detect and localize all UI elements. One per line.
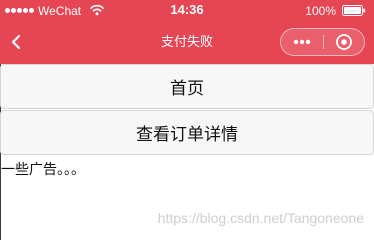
battery-icon [342,5,366,16]
mini-program-capsule [280,28,365,56]
status-bar: WeChat 14:36 100% [0,0,374,22]
navigation-bar: 支付失败 [0,22,374,64]
home-button[interactable]: 首页 [0,64,374,109]
more-dots-icon[interactable] [287,33,317,51]
battery-percent: 100% [305,4,336,18]
watermark: https://blog.csdn.net/Tangoneone [157,210,364,226]
close-target-icon[interactable] [329,33,359,51]
capsule-divider [323,35,324,49]
order-detail-button[interactable]: 查看订单详情 [0,110,374,155]
ad-text: 一些广告。。。 [1,162,85,178]
